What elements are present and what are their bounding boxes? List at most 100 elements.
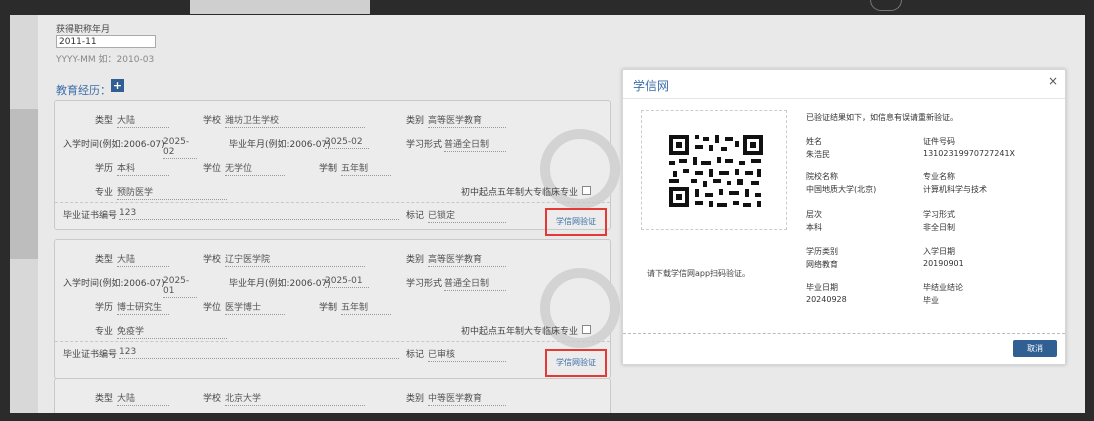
special-checkbox[interactable]: [582, 186, 591, 195]
school-value: 辽宁医学院: [225, 252, 365, 267]
verify-notice: 已验证结果如下，如信息有误请重新验证。: [806, 113, 958, 122]
edu-level-value: 博士研究生: [117, 300, 169, 315]
mark-label: 标记: [406, 211, 425, 221]
field-value: 20240928: [806, 295, 847, 304]
field-value: 本科: [806, 223, 822, 232]
grad-label: 毕业年月(例如:2006-07): [229, 140, 331, 150]
education-record-2: 类型 大陆 学校 辽宁医学院 类别 高等医学教育 入学时间(例如:2006-07…: [54, 239, 620, 379]
special-label: 初中起点五年制大专临床专业: [461, 327, 579, 337]
modal-footer-divider: [623, 333, 1065, 334]
field-label: 证件号码: [923, 137, 955, 146]
study-form-label: 学习形式: [406, 140, 443, 150]
degree-label: 学位: [203, 303, 222, 313]
school-label: 学校: [203, 394, 222, 404]
field-label: 毕结业结论: [923, 283, 963, 292]
type-label: 类型: [95, 116, 114, 126]
left-sidebar: [10, 15, 38, 413]
type-value: 大陆: [117, 252, 169, 267]
category-value: 高等医学教育: [428, 113, 506, 128]
education-header: 教育经历：: [56, 84, 111, 97]
top-strip: [190, 0, 370, 14]
cert-no-value: 123: [119, 208, 399, 220]
field-value: 20190901: [923, 259, 964, 268]
special-checkbox[interactable]: [582, 325, 591, 334]
plus-icon[interactable]: +: [111, 79, 124, 92]
school-label: 学校: [203, 116, 222, 126]
category-label: 类别: [406, 255, 425, 265]
type-value: 大陆: [117, 391, 169, 406]
qr-frame: [641, 110, 787, 230]
field-value: 13102319970727241X: [923, 149, 1016, 158]
field-label: 院校名称: [806, 172, 838, 181]
field-label: 学习形式: [923, 210, 955, 219]
enroll-label: 入学时间(例如:2006-07): [63, 140, 165, 150]
type-label: 类型: [95, 255, 114, 265]
title-date-label: 获得职称年月: [56, 25, 111, 35]
xuexin-modal: 学信网 × 请下载学信网app扫码验证。 已验证结果如下，如信息有误请重新验证。…: [622, 69, 1066, 365]
title-date-hint: YYYY-MM 如：2010-03: [56, 55, 155, 65]
degree-label: 学位: [203, 164, 222, 174]
field-value: 非全日制: [923, 223, 955, 232]
major-label: 专业: [95, 188, 114, 198]
divider: [55, 341, 610, 342]
mark-value: 已审核: [428, 347, 506, 362]
mark-value: 已锁定: [428, 208, 506, 223]
sidebar-block: [10, 109, 38, 259]
category-label: 类别: [406, 394, 425, 404]
grad-value: 2025-02: [325, 137, 369, 149]
category-value: 高等医学教育: [428, 252, 506, 267]
field-label: 专业名称: [923, 172, 955, 181]
field-label: 入学日期: [923, 247, 955, 256]
grad-label: 毕业年月(例如:2006-07): [229, 279, 331, 289]
degree-value: 无学位: [225, 161, 285, 176]
title-date-input[interactable]: 2011-11: [56, 35, 156, 48]
field-value: 中国地质大学(北京): [806, 185, 877, 194]
cert-no-label: 毕业证书编号: [63, 350, 118, 360]
enroll-label: 入学时间(例如:2006-07): [63, 279, 165, 289]
type-value: 大陆: [117, 113, 169, 128]
length-value: 五年制: [341, 161, 391, 176]
edu-level-value: 本科: [117, 161, 169, 176]
school-value: 潍坊卫生学校: [225, 113, 365, 128]
cancel-button[interactable]: 取消: [1013, 340, 1057, 357]
school-label: 学校: [203, 255, 222, 265]
top-circle-decor: [870, 0, 902, 11]
length-label: 学制: [319, 303, 338, 313]
field-label: 层次: [806, 210, 822, 219]
field-value: 毕业: [923, 296, 939, 305]
grad-value: 2025-01: [325, 276, 369, 288]
cert-no-value: 123: [119, 347, 399, 359]
major-value: 预防医学: [117, 185, 227, 200]
special-label: 初中起点五年制大专临床专业: [461, 188, 579, 198]
degree-value: 医学博士: [225, 300, 285, 315]
study-form-label: 学习形式: [406, 279, 443, 289]
close-icon[interactable]: ×: [1048, 74, 1058, 88]
qr-code-icon: [665, 131, 767, 211]
edu-level-label: 学历: [95, 164, 114, 174]
mark-label: 标记: [406, 350, 425, 360]
length-value: 五年制: [341, 300, 391, 315]
field-value: 计算机科学与技术: [923, 185, 987, 194]
education-record-1: 类型 大陆 学校 潍坊卫生学校 类别 高等医学教育 入学时间(例如:2006-0…: [54, 100, 620, 236]
field-label: 毕业日期: [806, 283, 838, 292]
modal-divider: [623, 98, 1065, 99]
type-label: 类型: [95, 394, 114, 404]
divider: [55, 202, 610, 203]
category-label: 类别: [406, 116, 425, 126]
verify-button[interactable]: 学信网验证: [545, 208, 607, 236]
study-form-value: 普通全日制: [444, 276, 506, 291]
study-form-value: 普通全日制: [444, 137, 506, 152]
length-label: 学制: [319, 164, 338, 174]
major-label: 专业: [95, 327, 114, 337]
edu-level-label: 学历: [95, 303, 114, 313]
education-record-3: 类型 大陆 学校 北京大学 类别 中等医学教育: [54, 378, 611, 413]
qr-caption: 请下载学信网app扫码验证。: [647, 269, 751, 278]
verify-button[interactable]: 学信网验证: [545, 349, 607, 377]
field-label: 姓名: [806, 137, 822, 146]
enroll-value: 2025-02: [163, 137, 197, 159]
field-value: 网络教育: [806, 260, 838, 269]
modal-title: 学信网: [633, 79, 670, 93]
major-value: 免疫学: [117, 324, 227, 339]
field-value: 朱浩民: [806, 150, 830, 159]
enroll-value: 2025-01: [163, 276, 197, 298]
